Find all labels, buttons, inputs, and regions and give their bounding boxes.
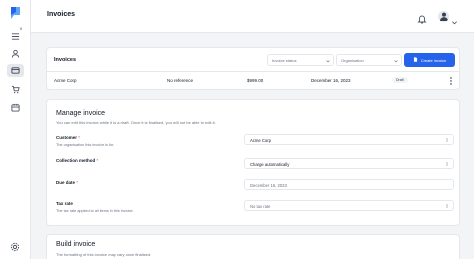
build-invoice-card: Build invoice The formatting of this inv… <box>46 234 460 259</box>
chevron-down-icon <box>326 59 330 63</box>
table-row[interactable]: Acme Corp No reference $999.00 December … <box>47 72 459 90</box>
manage-invoice-card: Manage invoice You can edit this invoice… <box>46 99 460 226</box>
organisation-select[interactable]: Organisation <box>336 54 402 66</box>
tax-rate-help: The tax rate applied to all items in thi… <box>56 209 134 213</box>
required-marker: * <box>78 135 81 140</box>
collection-method-label-text: Collection method <box>56 158 96 163</box>
collection-method-value: Charge automatically <box>250 162 290 167</box>
due-date-input[interactable]: December 16, 2023 <box>244 179 454 190</box>
tax-rate-label: Tax rate <box>56 201 73 206</box>
chevron-down-icon <box>451 13 458 24</box>
tax-rate-value: No tax rate <box>250 204 271 209</box>
required-marker: * <box>76 180 79 185</box>
customer-value: Acme Corp <box>250 138 271 143</box>
sidebar: 0 <box>0 0 31 259</box>
create-invoice-label: Create invoice <box>420 57 447 63</box>
invoices-card: Invoices Invoice status Organisation Cre… <box>46 47 460 90</box>
collection-method-label: Collection method * <box>56 158 98 163</box>
collection-method-select[interactable]: Charge automatically <box>244 158 454 169</box>
cart-icon[interactable] <box>10 84 21 95</box>
build-invoice-subtitle: The formatting of this invoice may vary … <box>56 252 152 257</box>
invoice-status-placeholder: Invoice status <box>272 58 297 63</box>
top-bar: Invoices <box>31 0 474 33</box>
customer-select[interactable]: Acme Corp <box>244 134 454 145</box>
chevron-down-icon <box>394 59 398 63</box>
chevron-updown-icon <box>445 138 449 142</box>
row-amount: $999.00 <box>247 78 264 83</box>
row-customer: Acme Corp <box>54 78 77 83</box>
due-date-label-text: Due date <box>56 180 76 185</box>
bell-icon[interactable] <box>417 11 427 24</box>
chevron-updown-icon <box>445 204 449 208</box>
row-date: December 16, 2023 <box>311 78 351 83</box>
user-menu-button[interactable] <box>438 8 463 24</box>
organisation-placeholder: Organisation <box>341 58 364 63</box>
logo-icon[interactable] <box>10 6 21 20</box>
chevron-updown-icon <box>445 162 449 166</box>
manage-invoice-title: Manage invoice <box>56 110 106 117</box>
list-icon[interactable] <box>10 31 21 42</box>
calendar-icon[interactable] <box>10 102 21 113</box>
more-options-icon[interactable] <box>449 76 453 86</box>
customer-label-text: Customer <box>56 135 78 140</box>
customer-help: The organisation this invoice is for. <box>56 143 115 147</box>
due-date-label: Due date * <box>56 180 78 185</box>
page-title: Invoices <box>47 11 76 18</box>
create-invoice-button[interactable]: Create invoice <box>404 53 455 67</box>
status-badge: Draft <box>392 77 408 83</box>
document-icon <box>413 57 418 63</box>
build-invoice-title: Build invoice <box>56 241 96 248</box>
tax-rate-select[interactable]: No tax rate <box>244 200 454 211</box>
customer-label: Customer * <box>56 135 80 140</box>
required-marker: * <box>96 158 99 163</box>
gear-icon[interactable] <box>10 239 20 252</box>
invoices-card-title: Invoices <box>54 57 77 63</box>
invoice-status-select[interactable]: Invoice status <box>267 54 334 66</box>
manage-invoice-subtitle: You can edit this invoice while it is a … <box>56 120 216 125</box>
invoice-icon[interactable] <box>7 64 24 77</box>
user-icon[interactable] <box>10 48 21 59</box>
user-avatar-icon <box>438 10 449 22</box>
row-reference: No reference <box>167 78 194 83</box>
due-date-value: December 16, 2023 <box>250 183 287 188</box>
